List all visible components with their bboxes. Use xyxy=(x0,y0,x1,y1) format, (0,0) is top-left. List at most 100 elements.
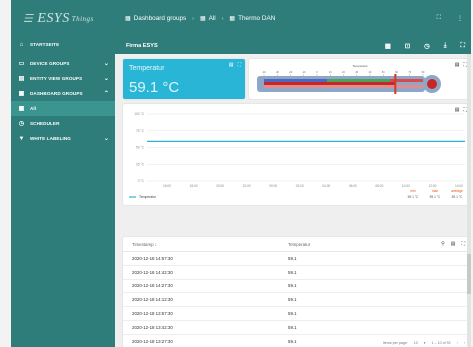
dashboard-icon: ▦ xyxy=(18,91,25,97)
dashboard-content: Temperatur 59.1 °C ▤ ⛶ Temperatur -40 -30… xyxy=(115,54,471,347)
stat-header-min: min xyxy=(410,189,415,193)
sidebar-item-white-labeling[interactable]: ▼ WHITE LABELING ⌄ xyxy=(11,131,115,146)
cell-temperatur: 59.1 xyxy=(288,269,297,275)
thermometer-tick-label: -30 xyxy=(276,71,280,74)
sidebar-item-label: DASHBOARD GROUPS xyxy=(30,91,83,96)
stat-header-max: max xyxy=(432,189,438,193)
x-tick-label: 14:00 xyxy=(455,184,463,188)
entity-alias-icon[interactable]: ⊡ xyxy=(405,42,410,50)
next-page-icon[interactable]: › xyxy=(464,341,465,345)
export-icon[interactable]: ▤ xyxy=(455,62,460,68)
x-tick-label: 18:00 xyxy=(190,184,198,188)
y-tick-label: 25 °C xyxy=(136,162,145,166)
table-row[interactable]: 2020-12-18 14:42:30 59.1 xyxy=(123,266,471,280)
top-actions: ⛶ ⋮ xyxy=(437,15,471,22)
sidebar-item-label: SCHEDULER xyxy=(30,121,60,126)
download-icon[interactable]: ⤓ xyxy=(444,42,447,50)
cell-timestamp: 2020-12-18 14:12:30 xyxy=(132,297,173,303)
logo[interactable]: ☰ ESYS Things xyxy=(11,0,115,37)
dashboard-icon: ▦ xyxy=(199,16,206,22)
sidebar-item-device-groups[interactable]: ▭ DEVICE GROUPS ⌄ xyxy=(11,56,115,71)
paginator: Items per page: 10 ▾ 1 – 10 of 92 ‹ › xyxy=(383,338,465,347)
previous-page-icon[interactable]: ‹ xyxy=(457,341,458,345)
devices-icon: ▭ xyxy=(18,61,25,67)
sort-arrow-icon: ↓ xyxy=(154,241,157,247)
thermometer-bulb-inner xyxy=(427,79,437,89)
thermometer-tick-label: -10 xyxy=(302,71,306,74)
clock-icon[interactable]: ◷ xyxy=(424,42,430,50)
fullscreen-icon[interactable]: ⛶ xyxy=(437,15,441,22)
cell-temperatur: 59.1 xyxy=(288,311,297,317)
fullscreen-icon[interactable]: ⛶ xyxy=(237,62,241,68)
logo-sup: Things xyxy=(71,14,94,23)
chevron-down-icon: ⌄ xyxy=(103,76,109,82)
dashboard-actions: ▦ ⊡ ◷ ⤓ ⛶ xyxy=(385,42,471,50)
chevron-up-icon: ⌃ xyxy=(103,91,109,97)
clock-icon: ◷ xyxy=(18,121,25,127)
chevron-right-icon: › xyxy=(192,15,194,22)
thermometer-gauge: Temperatur -40 -30 -20 -10 0 10 20 30 40 50 60 70 80 xyxy=(257,64,441,94)
sidebar-item-dashboard-groups[interactable]: ▦ DASHBOARD GROUPS ⌃ xyxy=(11,86,115,101)
paint-icon: ▼ xyxy=(18,135,25,142)
caret-down-icon: ▾ xyxy=(423,341,426,345)
sidebar-item-all[interactable]: ▦ All xyxy=(11,101,115,116)
table-row[interactable]: 2020-12-18 13:42:30 59.1 xyxy=(123,321,471,335)
sidebar-item-entity-view-groups[interactable]: ▤ ENTITY VIEW GROUPS ⌄ xyxy=(11,71,115,86)
items-per-page-label: Items per page: xyxy=(382,341,408,345)
fullscreen-icon[interactable]: ⛶ xyxy=(461,42,465,50)
x-tick-label: 04:00 xyxy=(322,184,330,188)
x-tick-label: 12:00 xyxy=(428,184,436,188)
y-tick-label: 50 °C xyxy=(136,146,145,150)
thermometer-marker xyxy=(394,74,397,94)
items-per-page-select[interactable]: 10 xyxy=(414,341,418,345)
cell-timestamp: 2020-12-18 14:27:30 xyxy=(132,283,173,289)
table-row[interactable]: 2020-12-18 13:57:30 59.1 xyxy=(123,307,471,321)
breadcrumb-all[interactable]: All xyxy=(209,15,216,22)
cell-timestamp: 2020-12-18 13:57:30 xyxy=(132,311,173,317)
fullscreen-icon[interactable]: ⛶ xyxy=(461,241,465,247)
column-header-temperatur[interactable]: Temperatur xyxy=(288,242,441,247)
dashboard-icon: ▦ xyxy=(229,16,236,22)
line-chart: 100 °C 75 °C 50 °C 25 °C 0 °C 16:00 18:00 20:00… xyxy=(129,112,465,199)
sidebar-item-startseite[interactable]: ⌂ STARTSEITE xyxy=(11,37,115,52)
sidebar-item-scheduler[interactable]: ◷ SCHEDULER xyxy=(11,116,115,131)
timeseries-table-card: Timestamp ↓ Temperatur ⚲ ▤ ⛶ 2020-12-18 … xyxy=(123,237,471,347)
home-icon: ⌂ xyxy=(19,41,24,48)
table-row[interactable]: 2020-12-18 14:57:30 59.1 xyxy=(123,252,471,266)
thermometer-tick-label: 20 xyxy=(342,71,345,74)
thermometer-zone-red-lower xyxy=(264,85,423,88)
x-tick-label: 22:00 xyxy=(243,184,251,188)
search-icon[interactable]: ⚲ xyxy=(441,241,445,247)
more-vert-icon[interactable]: ⋮ xyxy=(457,15,463,22)
chevron-down-icon: ⌄ xyxy=(103,136,109,142)
export-icon[interactable]: ▤ xyxy=(451,241,456,247)
table-body: 2020-12-18 14:57:30 59.1 2020-12-18 14:42:… xyxy=(123,252,471,347)
y-tick-label: 0 °C xyxy=(138,179,145,183)
column-header-timestamp[interactable]: Timestamp ↓ xyxy=(132,242,288,247)
thermometer-title: Temperatur xyxy=(352,64,367,68)
temperature-card: Temperatur 59.1 °C ▤ ⛶ xyxy=(123,59,245,99)
export-icon[interactable]: ▤ xyxy=(455,107,460,113)
legend-label: Temperatur xyxy=(139,195,157,199)
cell-timestamp: 2020-12-18 14:57:30 xyxy=(132,255,173,261)
cell-temperatur: 59.1 xyxy=(288,255,297,261)
thermometer-tick-label: 40 xyxy=(369,71,372,74)
x-tick-label: 00:00 xyxy=(269,184,277,188)
sidebar-item-label: DEVICE GROUPS xyxy=(30,61,70,66)
scrollbar[interactable] xyxy=(467,54,471,347)
table-row[interactable]: 2020-12-18 14:12:30 59.1 xyxy=(123,293,471,308)
logo-text: ESYS xyxy=(37,10,70,26)
cell-temperatur: 59.1 xyxy=(288,324,297,330)
thermometer-tick-label: 30 xyxy=(355,71,358,74)
thermometer-tick-label: 10 xyxy=(329,71,332,74)
thermometer-tick-label: -40 xyxy=(262,71,266,74)
breadcrumb-dashboard-groups[interactable]: Dashboard groups xyxy=(134,15,187,22)
export-icon[interactable]: ▤ xyxy=(229,62,234,68)
top-header: ▦ Dashboard groups › ▦ All › ▦ Thermo DA… xyxy=(115,0,471,37)
dashboard-layout-icon[interactable]: ▦ xyxy=(385,42,391,50)
thermometer-card: Temperatur -40 -30 -20 -10 0 10 20 30 40 50 60 70 80… xyxy=(249,59,471,99)
y-tick-label: 75 °C xyxy=(136,129,145,133)
scrollbar-thumb[interactable] xyxy=(467,254,471,294)
chevron-down-icon: ⌄ xyxy=(103,61,109,67)
table-row[interactable]: 2020-12-18 14:27:30 59.1 xyxy=(123,280,471,294)
